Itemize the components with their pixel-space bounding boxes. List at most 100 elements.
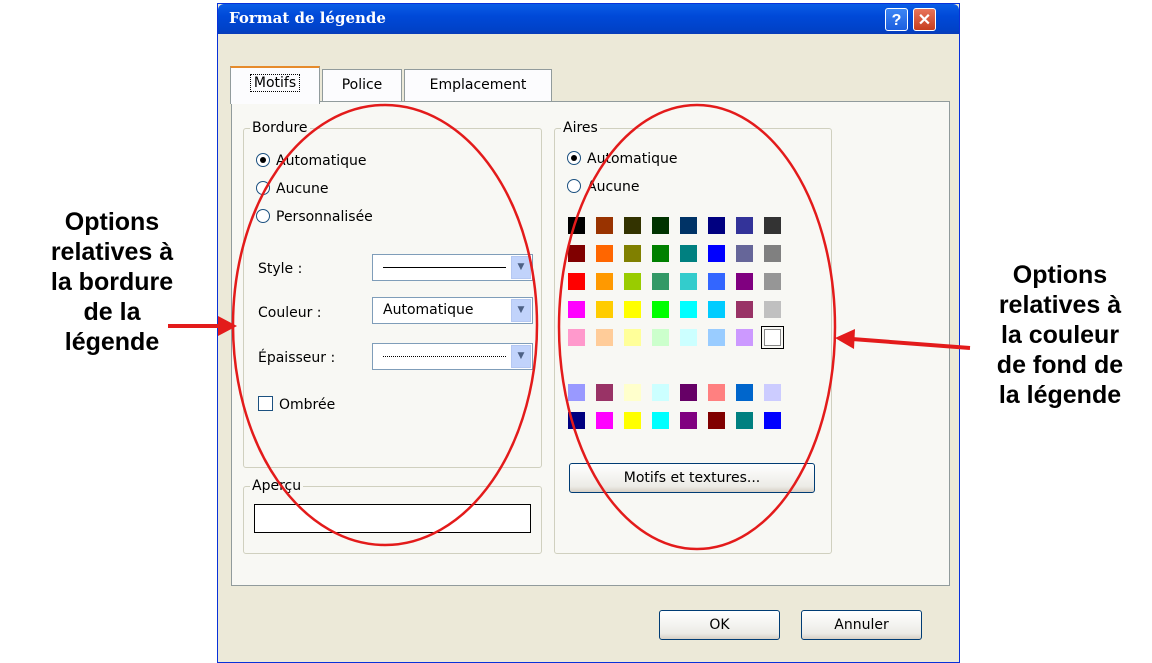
standard-color-swatch[interactable] bbox=[568, 329, 585, 346]
standard-color-swatch[interactable] bbox=[764, 301, 781, 318]
color-select[interactable]: Automatique ▼ bbox=[372, 297, 533, 324]
style-select[interactable]: ▼ bbox=[372, 254, 533, 281]
tab-motifs-label: Motifs bbox=[249, 74, 301, 92]
standard-color-swatch[interactable] bbox=[764, 245, 781, 262]
chart-color-swatch[interactable] bbox=[764, 384, 781, 401]
border-radio-custom[interactable]: Personnalisée bbox=[256, 207, 373, 227]
border-group-label: Bordure bbox=[250, 120, 310, 136]
standard-color-swatch[interactable] bbox=[624, 245, 641, 262]
standard-color-swatch[interactable] bbox=[596, 273, 613, 290]
standard-color-swatch[interactable] bbox=[680, 273, 697, 290]
chart-color-swatch[interactable] bbox=[652, 384, 669, 401]
standard-color-swatch[interactable] bbox=[736, 301, 753, 318]
left-callout-line: Options bbox=[64, 208, 160, 236]
border-group: Bordure Automatique Aucune Personnalisée… bbox=[243, 120, 542, 468]
standard-color-swatch[interactable] bbox=[568, 301, 585, 318]
tab-police-label: Police bbox=[341, 77, 383, 93]
right-callout-line: de fond de bbox=[996, 351, 1124, 379]
standard-color-swatch[interactable] bbox=[761, 326, 784, 349]
standard-color-swatch[interactable] bbox=[764, 273, 781, 290]
dotted-line-sample bbox=[383, 356, 506, 357]
chart-color-swatch[interactable] bbox=[764, 412, 781, 429]
chart-color-swatch[interactable] bbox=[680, 384, 697, 401]
chart-color-swatch[interactable] bbox=[624, 412, 641, 429]
left-callout: Options relatives à la bordure de la lég… bbox=[22, 207, 202, 357]
standard-color-swatch[interactable] bbox=[652, 329, 669, 346]
standard-color-swatch[interactable] bbox=[624, 301, 641, 318]
chart-color-swatch[interactable] bbox=[708, 384, 725, 401]
left-callout-line: de la bbox=[83, 298, 141, 326]
standard-color-swatch[interactable] bbox=[680, 245, 697, 262]
tab-emplacement-label: Emplacement bbox=[429, 77, 527, 93]
standard-color-swatch[interactable] bbox=[624, 273, 641, 290]
chart-color-swatch[interactable] bbox=[708, 412, 725, 429]
standard-color-swatch[interactable] bbox=[652, 217, 669, 234]
area-radio-none[interactable]: Aucune bbox=[567, 177, 640, 197]
radio-unchecked-icon bbox=[567, 179, 581, 193]
border-radio-automatic[interactable]: Automatique bbox=[256, 151, 366, 171]
close-button[interactable]: ✕ bbox=[913, 8, 936, 31]
patterns-textures-button[interactable]: Motifs et textures... bbox=[569, 463, 815, 493]
standard-color-swatch[interactable] bbox=[708, 245, 725, 262]
ok-button[interactable]: OK bbox=[659, 610, 780, 640]
standard-color-swatch[interactable] bbox=[680, 301, 697, 318]
weight-select[interactable]: ▼ bbox=[372, 343, 533, 370]
standard-color-swatch[interactable] bbox=[736, 329, 753, 346]
left-callout-line: légende bbox=[64, 328, 160, 356]
border-radio-none[interactable]: Aucune bbox=[256, 179, 329, 199]
chart-color-swatch[interactable] bbox=[680, 412, 697, 429]
right-callout-line: relatives à bbox=[998, 291, 1122, 319]
radio-label: Automatique bbox=[587, 151, 678, 167]
standard-color-swatch[interactable] bbox=[652, 301, 669, 318]
left-callout-line: relatives à bbox=[50, 238, 174, 266]
standard-color-swatch[interactable] bbox=[708, 301, 725, 318]
shadow-checkbox[interactable]: Ombrée bbox=[258, 396, 335, 414]
standard-color-swatch[interactable] bbox=[596, 217, 613, 234]
chart-color-swatch[interactable] bbox=[736, 412, 753, 429]
standard-color-swatch[interactable] bbox=[624, 329, 641, 346]
tab-police[interactable]: Police bbox=[322, 69, 402, 102]
area-group-label: Aires bbox=[561, 120, 600, 136]
standard-color-swatch[interactable] bbox=[764, 217, 781, 234]
right-callout: Options relatives à la couleur de fond d… bbox=[970, 260, 1150, 410]
standard-color-swatch[interactable] bbox=[736, 217, 753, 234]
help-button[interactable]: ? bbox=[885, 8, 908, 31]
standard-color-swatch[interactable] bbox=[708, 329, 725, 346]
legend-preview bbox=[254, 504, 531, 533]
chart-color-swatch[interactable] bbox=[596, 384, 613, 401]
chart-color-swatch[interactable] bbox=[568, 384, 585, 401]
standard-color-swatch[interactable] bbox=[624, 217, 641, 234]
standard-color-swatch[interactable] bbox=[680, 329, 697, 346]
standard-color-swatch[interactable] bbox=[596, 301, 613, 318]
standard-color-swatch[interactable] bbox=[680, 217, 697, 234]
area-radio-automatic[interactable]: Automatique bbox=[567, 149, 677, 169]
standard-color-swatch[interactable] bbox=[652, 273, 669, 290]
standard-color-swatch[interactable] bbox=[568, 273, 585, 290]
standard-color-swatch[interactable] bbox=[736, 245, 753, 262]
chart-color-swatch[interactable] bbox=[736, 384, 753, 401]
right-callout-line: la légende bbox=[998, 381, 1122, 409]
standard-color-swatch[interactable] bbox=[652, 245, 669, 262]
chart-color-swatch[interactable] bbox=[652, 412, 669, 429]
standard-color-swatch[interactable] bbox=[708, 217, 725, 234]
chart-color-swatch[interactable] bbox=[624, 384, 641, 401]
standard-color-swatch[interactable] bbox=[568, 245, 585, 262]
chevron-down-icon[interactable]: ▼ bbox=[511, 299, 531, 322]
tab-emplacement[interactable]: Emplacement bbox=[404, 69, 552, 102]
standard-color-swatch[interactable] bbox=[568, 217, 585, 234]
chart-color-swatch[interactable] bbox=[596, 412, 613, 429]
standard-color-swatch[interactable] bbox=[596, 245, 613, 262]
chevron-down-icon[interactable]: ▼ bbox=[511, 256, 531, 279]
shadow-label: Ombrée bbox=[279, 397, 336, 413]
standard-color-swatch[interactable] bbox=[708, 273, 725, 290]
chart-color-swatch[interactable] bbox=[568, 412, 585, 429]
chevron-down-icon[interactable]: ▼ bbox=[511, 345, 531, 368]
radio-checked-icon bbox=[567, 151, 581, 165]
dialog-title: Format de légende bbox=[229, 9, 386, 27]
standard-color-swatch[interactable] bbox=[596, 329, 613, 346]
standard-color-swatch[interactable] bbox=[736, 273, 753, 290]
title-bar[interactable]: Format de légende ? ✕ bbox=[218, 4, 959, 34]
tab-motifs[interactable]: Motifs bbox=[230, 66, 320, 104]
cancel-button[interactable]: Annuler bbox=[801, 610, 922, 640]
radio-label: Aucune bbox=[276, 181, 329, 197]
